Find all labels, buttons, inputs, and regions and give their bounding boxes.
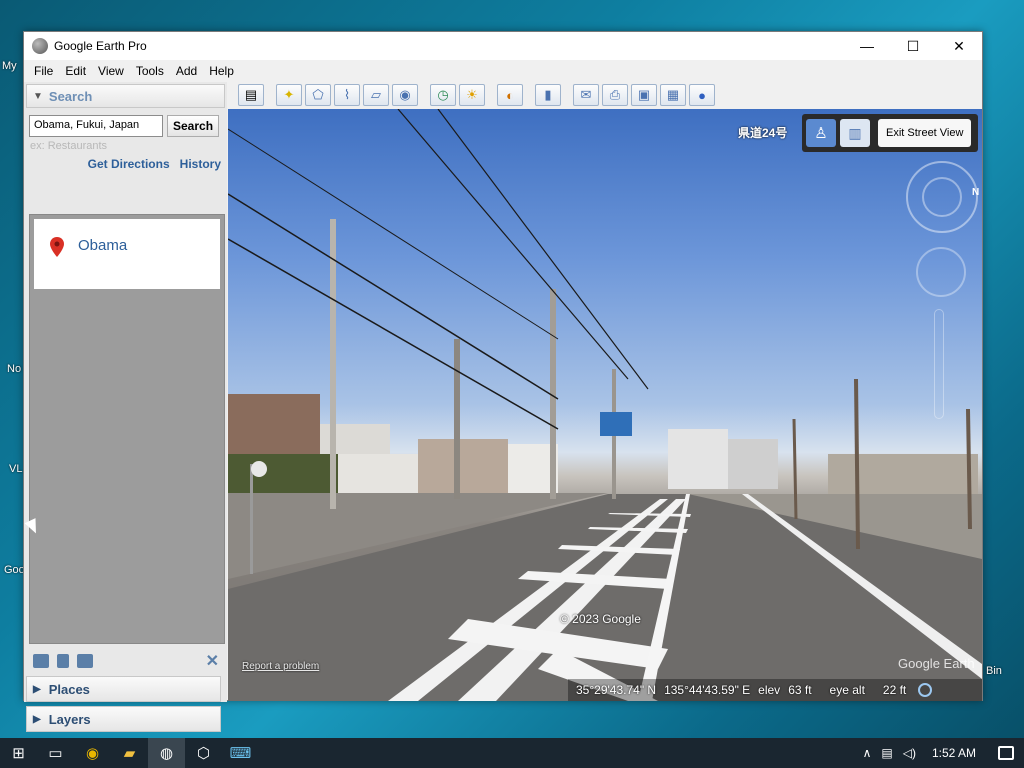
menu-file[interactable]: File (28, 64, 59, 78)
menu-bar: File Edit View Tools Add Help (24, 60, 982, 82)
sidebar-toggle-icon[interactable]: ▤ (238, 84, 264, 106)
menu-view[interactable]: View (92, 64, 130, 78)
print-icon[interactable] (77, 654, 93, 668)
print-icon[interactable]: ⎙ (602, 84, 628, 106)
search-results-list: Obama (29, 214, 225, 644)
latitude-readout: 35°29'43.74" N (576, 683, 657, 697)
sunlight-icon[interactable]: ☀ (459, 84, 485, 106)
add-placemark-icon[interactable]: ✦ (276, 84, 302, 106)
streaming-status-icon (918, 683, 933, 697)
main-toolbar: ▤ ✦ ⬠ ⌇ ▱ ◉ ◷ ☀ ◐ ▮ ✉ ⎙ ▣ ▦ ● (234, 82, 980, 108)
zoom-slider[interactable] (934, 309, 944, 419)
building-view-icon[interactable]: ▥ (840, 119, 870, 147)
google-earth-watermark: Google Earth (898, 656, 975, 671)
elevation-value: 63 ft (788, 683, 812, 697)
street-view-controls: ♙ ▥ Exit Street View (802, 114, 978, 152)
ruler-icon[interactable]: ▮ (535, 84, 561, 106)
history-link[interactable]: History (180, 157, 221, 171)
places-section-title: Places (48, 681, 90, 697)
google-earth-window: Google Earth Pro — ☐ ✕ File Edit View To… (23, 31, 983, 732)
task-view-icon[interactable]: ▭ (37, 738, 74, 768)
desktop-icon-label-bin[interactable]: Bin (986, 665, 1002, 677)
street-view-viewport[interactable]: 県道24号 ♙ ▥ Exit Street View N © 2023 Goog… (228, 109, 982, 701)
expand-triangle-icon: ▶ (33, 683, 41, 695)
get-directions-link[interactable]: Get Directions (88, 157, 170, 171)
desktop-icon-label-vl[interactable]: VL (9, 463, 22, 475)
search-result-item[interactable]: Obama (34, 219, 220, 289)
elevation-label: elev (758, 683, 781, 697)
eye-altitude-value: 22 ft (882, 683, 907, 697)
road-name-label: 県道24号 (738, 126, 788, 140)
add-polygon-icon[interactable]: ⬠ (305, 84, 331, 106)
search-panel-tools: ✕ (29, 650, 225, 672)
collapse-triangle-icon: ▼ (33, 90, 43, 102)
menu-help[interactable]: Help (203, 64, 240, 78)
email-icon[interactable]: ✉ (573, 84, 599, 106)
search-result-name[interactable]: Obama (78, 237, 127, 254)
compass-ring[interactable] (922, 177, 962, 217)
notifications-icon[interactable] (998, 746, 1014, 760)
places-section-header[interactable]: ▶ Places (26, 676, 221, 702)
map-pin-icon (50, 237, 64, 257)
title-bar[interactable]: Google Earth Pro — ☐ ✕ (24, 32, 982, 60)
close-button[interactable]: ✕ (936, 32, 982, 60)
search-section-header[interactable]: ▼ Search (26, 84, 225, 108)
taskbar: ⊞ ▭ ◉ ▰ ◍ ⬡ ⌨ ∧ ▤ ◁) 1:52 AM (0, 738, 1024, 768)
look-joystick[interactable] (916, 247, 966, 297)
maximize-button[interactable]: ☐ (890, 32, 936, 60)
clock[interactable]: 1:52 AM (926, 746, 988, 760)
windows-start-icon[interactable]: ⊞ (0, 738, 37, 768)
view-in-maps-icon[interactable]: ▦ (660, 84, 686, 106)
clear-search-icon[interactable]: ✕ (206, 651, 219, 671)
chevron-up-icon[interactable]: ∧ (863, 746, 872, 760)
menu-tools[interactable]: Tools (130, 64, 170, 78)
menu-edit[interactable]: Edit (59, 64, 92, 78)
longitude-readout: 135°44'43.59" E (664, 683, 751, 697)
status-bar: 35°29'43.74" N 135°44'43.59" E elev 63 f… (568, 679, 982, 701)
search-button[interactable]: Search (167, 115, 220, 137)
add-folder-icon[interactable] (33, 654, 49, 668)
expand-triangle-icon: ▶ (33, 713, 41, 725)
volume-icon[interactable]: ◁) (903, 746, 916, 760)
historical-imagery-icon[interactable]: ◷ (430, 84, 456, 106)
pegman-icon[interactable]: ♙ (806, 119, 836, 147)
minimize-button[interactable]: — (844, 32, 890, 60)
report-problem-link[interactable]: Report a problem (242, 661, 319, 672)
earth-gallery-icon[interactable]: ● (689, 84, 715, 106)
compass-north-label: N (972, 187, 980, 198)
eye-altitude-label: eye alt (829, 683, 865, 697)
record-tour-icon[interactable]: ◉ (392, 84, 418, 106)
chrome-icon[interactable]: ◉ (74, 738, 111, 768)
add-path-icon[interactable]: ⌇ (334, 84, 360, 106)
side-panel: ▼ Search Obama, Fukui, Japan Search ex: … (24, 82, 227, 732)
file-explorer-icon[interactable]: ▰ (111, 738, 148, 768)
search-hint: ex: Restaurants (30, 140, 108, 152)
search-input[interactable]: Obama, Fukui, Japan (29, 115, 163, 137)
switch-planet-icon[interactable]: ◐ (497, 84, 523, 106)
add-overlay-icon[interactable]: ▱ (363, 84, 389, 106)
system-tray: ∧ ▤ ◁) 1:52 AM (863, 746, 1024, 760)
navigation-compass[interactable] (906, 161, 978, 233)
copy-icon[interactable] (57, 654, 69, 668)
desktop-icon-label-my[interactable]: My (2, 60, 17, 72)
window-title: Google Earth Pro (54, 39, 147, 53)
save-image-icon[interactable]: ▣ (631, 84, 657, 106)
imagery-copyright: © 2023 Google (560, 612, 641, 626)
search-section-title: Search (48, 88, 93, 104)
network-icon[interactable]: ▤ (881, 746, 892, 760)
menu-add[interactable]: Add (170, 64, 203, 78)
google-earth-taskbar-icon[interactable]: ◍ (148, 738, 185, 768)
layers-section-title: Layers (48, 711, 91, 727)
3d-box-icon[interactable]: ⬡ (185, 738, 222, 768)
desktop-icon-label-goo[interactable]: Goo (4, 564, 25, 576)
desktop-icon-label-no[interactable]: No (7, 363, 21, 375)
exit-street-view-button[interactable]: Exit Street View (878, 119, 972, 147)
google-earth-icon (32, 38, 48, 54)
keyboard-icon[interactable]: ⌨ (222, 738, 259, 768)
layers-section-header[interactable]: ▶ Layers (26, 706, 221, 732)
